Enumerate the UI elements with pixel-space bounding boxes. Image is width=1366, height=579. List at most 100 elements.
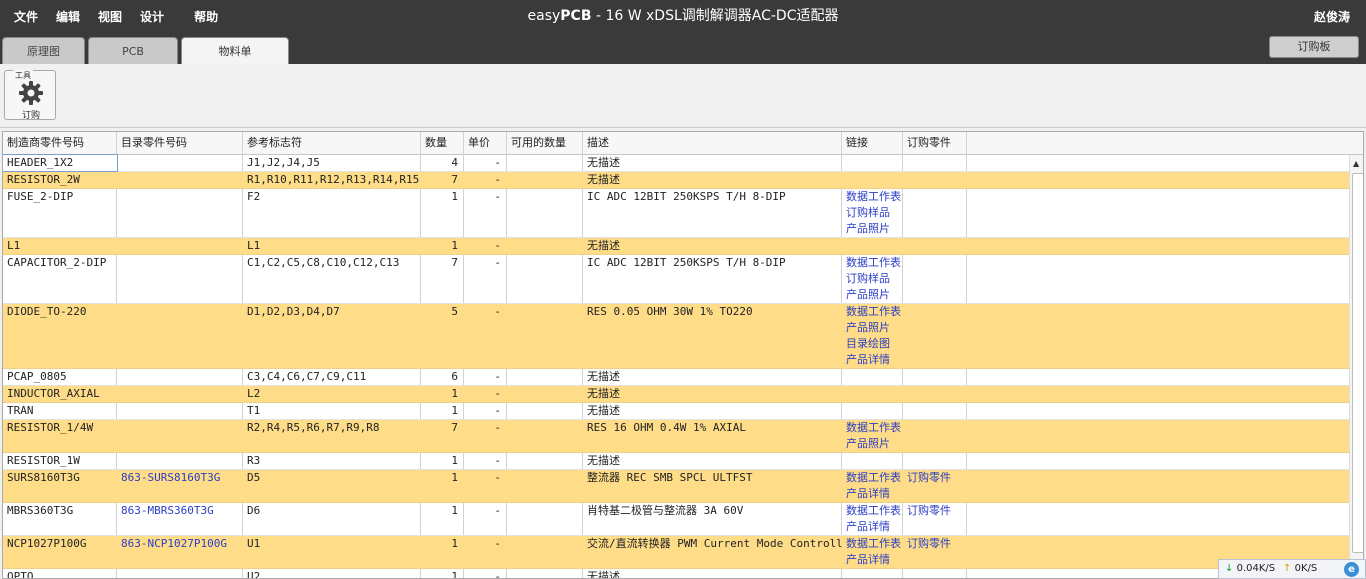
cell-mfr-part[interactable]: PCAP_0805 [3,369,117,385]
table-row[interactable]: OPTO U2 1 - 无描述 [3,569,1363,579]
cell-quantity: 7 [451,256,458,269]
header-col-links[interactable]: 链接 [842,132,903,155]
table-row[interactable]: RESISTOR_1W R3 1 - 无描述 [3,453,1363,470]
cell-unit-price: - [494,570,501,579]
cell-mfr-part[interactable]: FUSE_2-DIP [3,189,117,205]
table-row[interactable]: HEADER_1X2 J1,J2,J4,J5 4 - 无描述 [3,154,1363,172]
cell-reference: F2 [247,190,261,203]
cell-quantity: 1 [451,239,458,252]
cell-reference: L2 [247,387,261,400]
link-item[interactable]: 数据工作表 [846,536,903,552]
cell-unit-price: - [494,173,501,186]
table-row[interactable]: MBRS360T3G 863-MBRS360T3G D6 1 - 肖特基二极管与整流器 3… [3,503,1363,536]
link-item[interactable]: 数据工作表 [846,255,903,271]
cell-mfr-part[interactable]: TRAN [3,403,117,419]
link-item[interactable]: 数据工作表 [846,470,903,486]
cell-quantity: 1 [451,387,458,400]
cell-description: 无描述 [587,239,620,252]
user-name[interactable]: 赵俊涛 [1314,8,1350,25]
cell-quantity: 4 [451,156,458,169]
table-row[interactable]: NCP1027P100G 863-NCP1027P100G U1 1 - 交流/直流转换器… [3,536,1363,569]
cell-catalog-part[interactable]: 863-NCP1027P100G [117,536,243,552]
cell-mfr-part[interactable]: OPTO [3,569,117,578]
cell-mfr-part[interactable]: CAPACITOR_2-DIP [3,255,117,271]
cell-mfr-part[interactable]: INDUCTOR_AXIAL [3,386,117,402]
header-col-reference[interactable]: 参考标志符 [243,132,421,155]
link-item[interactable]: 产品照片 [846,320,903,336]
table-row[interactable]: DIODE_TO-220 D1,D2,D3,D4,D7 5 - RES 0.05 OHM… [3,304,1363,369]
tab-pcb[interactable]: PCB [88,37,178,64]
cell-mfr-part[interactable]: RESISTOR_2W [3,172,117,188]
link-item[interactable]: 数据工作表 [846,503,903,519]
header-col-mfr-part[interactable]: 制造商零件号码 [3,132,117,155]
cell-mfr-part[interactable]: L1 [3,238,117,254]
table-row[interactable]: TRAN T1 1 - 无描述 [3,403,1363,420]
table-row[interactable]: RESISTOR_1/4W R2,R4,R5,R6,R7,R9,R8 7 - RES 1… [3,420,1363,453]
title-bar: 文件 编辑 视图 设计 帮助 easyPCB - 16 W xDSL调制解调器A… [0,0,1366,64]
cell-order-part[interactable]: 订购零件 [903,536,967,552]
header-col-catalog-part[interactable]: 目录零件号码 [117,132,243,155]
table-row[interactable]: SURS8160T3G 863-SURS8160T3G D5 1 - 整流器 REC SM… [3,470,1363,503]
vertical-scrollbar[interactable]: ▲ [1349,155,1363,578]
download-arrow-icon: ↓ [1225,563,1234,574]
header-col-unit-price[interactable]: 单价 [464,132,507,155]
table-row[interactable]: INDUCTOR_AXIAL L2 1 - 无描述 [3,386,1363,403]
cell-description: 肖特基二极管与整流器 3A 60V [587,504,744,517]
cell-quantity: 6 [451,370,458,383]
browser-icon[interactable]: e [1344,562,1359,577]
link-item[interactable]: 产品详情 [846,486,903,502]
tool-group[interactable]: 工具 订购 [4,70,56,121]
cell-catalog-part[interactable]: 863-SURS8160T3G [117,470,243,486]
tab-bom[interactable]: 物料单 [181,37,289,64]
cell-reference: L1 [247,239,261,252]
link-item[interactable]: 数据工作表 [846,420,903,436]
upload-arrow-icon: ↑ [1283,563,1292,574]
table-row[interactable]: RESISTOR_2W R1,R10,R11,R12,R13,R14,R15 7 - 无… [3,172,1363,189]
order-board-button[interactable]: 订购板 [1269,36,1359,58]
download-value: 0.04K/S [1236,563,1276,574]
tab-schematic[interactable]: 原理图 [2,37,85,64]
header-col-order-part[interactable]: 订购零件 [903,132,967,155]
cell-mfr-part[interactable]: RESISTOR_1/4W [3,420,117,436]
table-row[interactable]: PCAP_0805 C3,C4,C6,C7,C9,C11 6 - 无描述 [3,369,1363,386]
cell-quantity: 1 [451,404,458,417]
link-item[interactable]: 产品照片 [846,436,903,452]
cell-mfr-part[interactable]: DIODE_TO-220 [3,304,117,320]
cell-catalog-part[interactable]: 863-MBRS360T3G [117,503,243,519]
cell-unit-price: - [494,454,501,467]
table-row[interactable]: FUSE_2-DIP F2 1 - IC ADC 12BIT 250KSPS T/H 8… [3,189,1363,238]
link-item[interactable]: 产品详情 [846,519,903,535]
cell-unit-price: - [494,190,501,203]
table-row[interactable]: L1 L1 1 - 无描述 [3,238,1363,255]
cell-mfr-part[interactable]: NCP1027P100G [3,536,117,552]
link-item[interactable]: 产品详情 [846,352,903,368]
cell-mfr-part[interactable]: RESISTOR_1W [3,453,117,469]
link-item[interactable]: 订购样品 [846,205,903,221]
header-col-description[interactable]: 描述 [583,132,842,155]
link-item[interactable]: 产品照片 [846,287,903,303]
cell-mfr-part[interactable]: SURS8160T3G [3,470,117,486]
cell-order-part[interactable]: 订购零件 [903,503,967,519]
table-row[interactable]: CAPACITOR_2-DIP C1,C2,C5,C8,C10,C12,C13 7 -… [3,255,1363,304]
cell-description: RES 0.05 OHM 30W 1% TO220 [587,305,753,318]
link-item[interactable]: 产品详情 [846,552,903,568]
link-item[interactable]: 产品照片 [846,221,903,237]
cell-unit-price: - [494,537,501,550]
cell-order-part[interactable]: 订购零件 [903,470,967,486]
scroll-thumb[interactable] [1352,173,1363,553]
download-speed: ↓ 0.04K/S [1225,563,1275,574]
header-col-available[interactable]: 可用的数量 [507,132,583,155]
cell-links: 数据工作表 产品照片 目录绘图 产品详情 [842,304,903,368]
scroll-up-icon[interactable]: ▲ [1353,159,1359,168]
link-item[interactable]: 数据工作表 [846,304,903,320]
cell-reference: R2,R4,R5,R6,R7,R9,R8 [247,421,380,434]
cell-links: 数据工作表 产品详情 [842,536,903,568]
cell-mfr-part[interactable]: HEADER_1X2 [3,154,118,172]
link-item[interactable]: 订购样品 [846,271,903,287]
cell-mfr-part[interactable]: MBRS360T3G [3,503,117,519]
cell-description: 无描述 [587,570,620,579]
link-item[interactable]: 目录绘图 [846,336,903,352]
header-col-quantity[interactable]: 数量 [421,132,464,155]
cell-unit-price: - [494,421,501,434]
link-item[interactable]: 数据工作表 [846,189,903,205]
